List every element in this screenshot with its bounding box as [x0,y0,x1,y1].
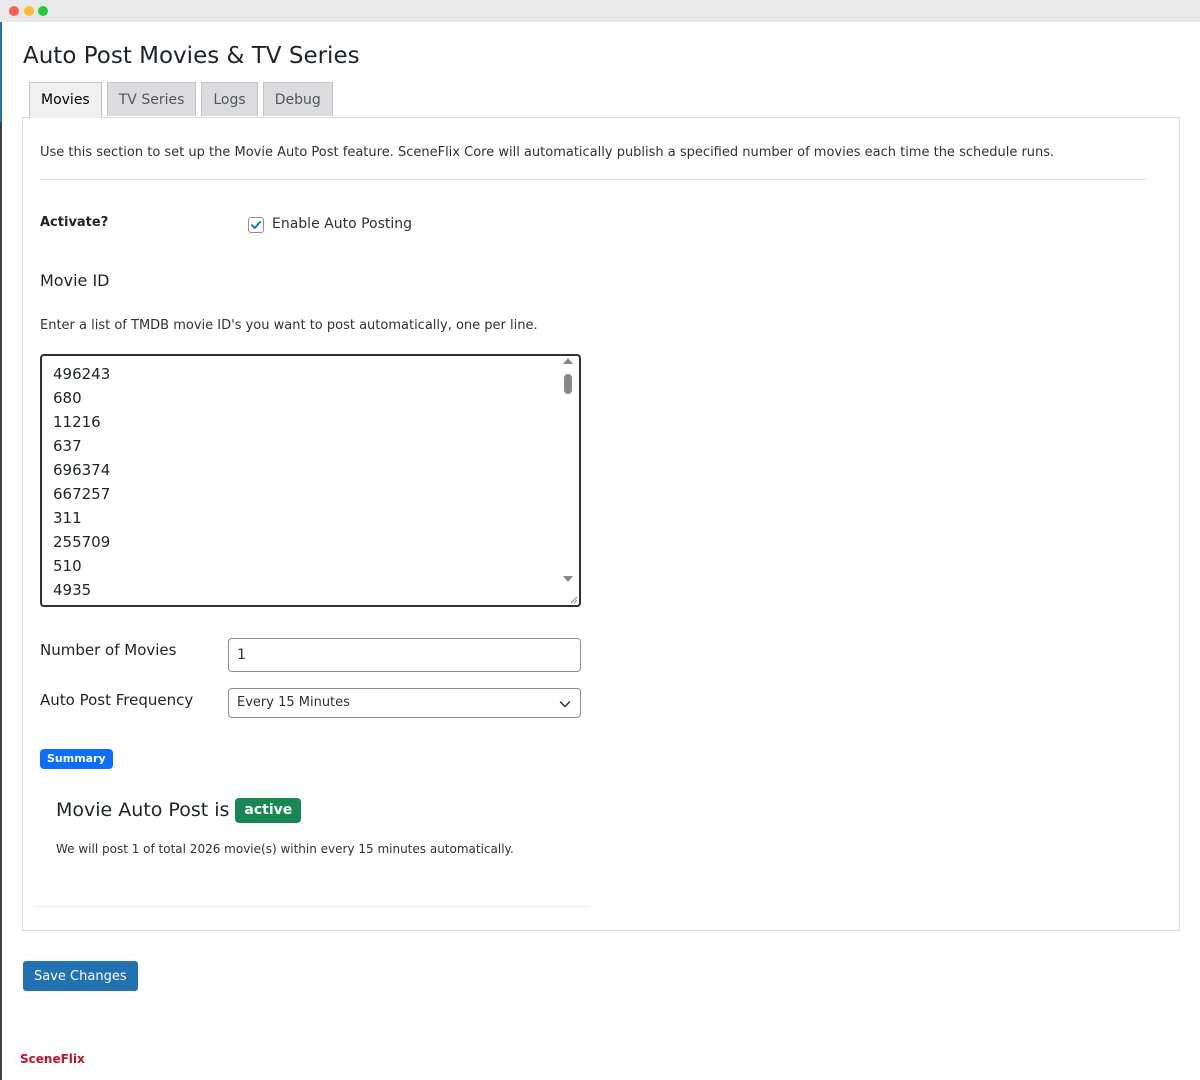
tab-logs[interactable]: Logs [201,82,258,116]
summary-heading-text: Movie Auto Post is [56,799,230,821]
movie-id-line: 510 [53,557,82,575]
admin-sidebar-edge [0,22,2,1080]
page-title: Auto Post Movies & TV Series [23,43,360,69]
number-of-movies-input[interactable] [228,638,581,672]
scrollbar-thumb[interactable] [564,374,572,394]
movie-id-line: 311 [53,509,82,527]
tab-bar: Movies TV Series Logs Debug [29,82,333,118]
checkmark-icon [251,221,261,229]
save-changes-button[interactable]: Save Changes [23,961,138,991]
movie-id-line: 255709 [53,533,111,551]
scroll-down-arrow-icon[interactable] [563,576,573,582]
summary-heading: Movie Auto Post is active [56,797,302,823]
maximize-window-button[interactable] [38,6,48,16]
scroll-up-arrow-icon[interactable] [563,358,573,364]
summary-text: We will post 1 of total 2026 movie(s) wi… [56,842,514,856]
activate-label: Activate? [40,215,109,230]
tab-tv-series[interactable]: TV Series [106,82,197,116]
status-badge: active [235,797,302,823]
close-window-button[interactable] [9,6,19,16]
movie-id-line: 667257 [53,485,111,503]
section-divider [40,179,1146,180]
movie-id-line: 637 [53,437,82,455]
window-titlebar [0,0,1200,22]
movie-id-description: Enter a list of TMDB movie ID's you want… [40,318,538,333]
textarea-scrollbar[interactable] [563,358,573,601]
movie-id-line: 496243 [53,365,111,383]
movie-id-heading: Movie ID [40,271,110,290]
movie-id-textarea[interactable]: 496243 680 11216 637 696374 667257 311 2… [40,354,581,607]
sceneflix-logo: SceneFlix [20,1052,85,1066]
auto-post-frequency-label: Auto Post Frequency [40,691,194,709]
enable-auto-posting-checkbox[interactable] [248,217,264,233]
section-intro: Use this section to set up the Movie Aut… [40,145,1055,160]
tab-debug[interactable]: Debug [262,82,333,116]
chevron-down-icon [559,701,571,708]
summary-badge: Summary [40,749,113,769]
tab-movies[interactable]: Movies [29,82,102,118]
admin-sidebar-active-indicator [0,22,2,122]
resize-handle-icon[interactable] [568,594,578,604]
auto-post-frequency-select[interactable]: Every 15 Minutes [228,688,581,718]
number-of-movies-label: Number of Movies [40,641,177,659]
movie-id-line: 696374 [53,461,111,479]
movie-id-line: 4935 [53,581,92,599]
minimize-window-button[interactable] [24,6,34,16]
movie-id-lines: 496243 680 11216 637 696374 667257 311 2… [53,362,110,602]
frequency-selected-value: Every 15 Minutes [237,695,350,710]
enable-auto-posting-label[interactable]: Enable Auto Posting [272,216,412,232]
summary-divider [34,906,590,907]
movie-id-line: 680 [53,389,82,407]
movie-id-line: 11216 [53,413,101,431]
